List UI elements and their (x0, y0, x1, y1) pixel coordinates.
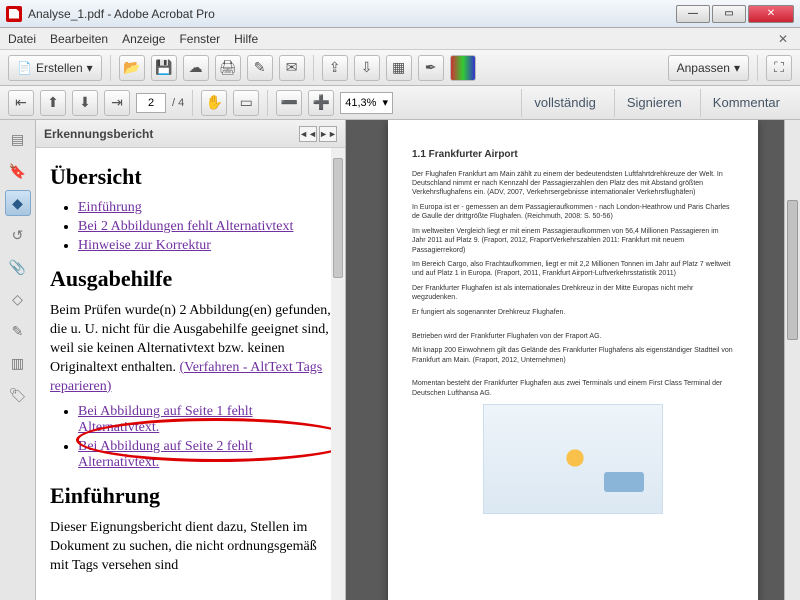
select-tool-icon[interactable]: ▭ (233, 90, 259, 116)
open-icon[interactable]: 📂 (119, 55, 145, 81)
heading-ausgabehilfe: Ausgabehilfe (50, 266, 331, 292)
page-number-input[interactable] (136, 93, 166, 113)
hand-tool-icon[interactable]: ✋ (201, 90, 227, 116)
heading-overview: Übersicht (50, 164, 331, 190)
next-page-icon[interactable]: ⬇ (72, 90, 98, 116)
edit-icon[interactable]: ✎ (247, 55, 273, 81)
pages-panel-icon[interactable]: ▤ (5, 126, 31, 152)
heading-einfuehrung: Einführung (50, 483, 331, 509)
bookmarks-panel-icon[interactable]: 🔖 (5, 158, 31, 184)
doc-heading: 1.1 Frankfurter Airport (412, 148, 734, 162)
maximize-button[interactable]: ▭ (712, 5, 746, 23)
zoom-in-icon[interactable]: ➕ (308, 90, 334, 116)
window-titlebar: Analyse_1.pdf - Adobe Acrobat Pro ― ▭ ✕ (0, 0, 800, 28)
minimize-button[interactable]: ― (676, 5, 710, 23)
save-icon[interactable]: 💾 (151, 55, 177, 81)
content-panel-icon[interactable]: 🏷 (5, 382, 31, 408)
menu-bearbeiten[interactable]: Bearbeiten (50, 32, 108, 46)
main-toolbar: 📄 Erstellen ▾ 📂 💾 ☁ 🖨 ✎ ✉ ⇪ ⇩ ▦ ✒ Anpass… (0, 50, 800, 86)
menu-datei[interactable]: Datei (8, 32, 36, 46)
menu-fenster[interactable]: Fenster (179, 32, 220, 46)
document-area: 1.1 Frankfurter Airport Der Flughafen Fr… (346, 120, 800, 600)
menubar-close-icon[interactable]: ✕ (774, 32, 792, 46)
order-panel-icon[interactable]: ▥ (5, 350, 31, 376)
nav-strip: ▤ 🔖 ◆ ↺ 📎 ◇ ✎ ▥ 🏷 (0, 120, 36, 600)
mail-icon[interactable]: ✉ (279, 55, 305, 81)
page-total: / 4 (172, 97, 184, 109)
paragraph-ausgabehilfe: Beim Prüfen wurde(n) 2 Abbildung(en) gef… (50, 302, 331, 396)
export-icon[interactable]: ⇩ (354, 55, 380, 81)
document-scrollbar[interactable] (784, 120, 800, 600)
link-hinweise[interactable]: Hinweise zur Korrektur (78, 238, 211, 253)
layers-panel-icon[interactable]: ↺ (5, 222, 31, 248)
tab-kommentar[interactable]: Kommentar (700, 89, 792, 117)
cloud-icon[interactable]: ☁ (183, 55, 209, 81)
nav-toolbar: ⇤ ⬆ ⬇ ⇥ / 4 ✋ ▭ ➖ ➕ 41,3% ▾ vollständig … (0, 86, 800, 120)
app-icon (6, 6, 22, 22)
color-icon[interactable] (450, 55, 476, 81)
link-abb-seite1[interactable]: Bei Abbildung auf Seite 1 fehlt Alternat… (78, 404, 253, 435)
zoom-select[interactable]: 41,3% ▾ (340, 92, 393, 114)
form-icon[interactable]: ▦ (386, 55, 412, 81)
menu-anzeige[interactable]: Anzeige (122, 32, 165, 46)
recognition-report-panel: Erkennungsbericht ◄◄ ►► Übersicht Einfüh… (36, 120, 346, 600)
signatures-panel-icon[interactable]: ◇ (5, 286, 31, 312)
panel-prev-icon[interactable]: ◄◄ (299, 126, 317, 142)
pdf-page: 1.1 Frankfurter Airport Der Flughafen Fr… (388, 120, 758, 600)
panel-title: Erkennungsbericht (44, 127, 153, 141)
tags-panel-icon[interactable]: ✎ (5, 318, 31, 344)
link-alttext-missing[interactable]: Bei 2 Abbildungen fehlt Alternativtext (78, 219, 293, 234)
customize-button[interactable]: Anpassen ▾ (668, 55, 749, 81)
accessibility-panel-icon[interactable]: ◆ (5, 190, 31, 216)
tab-vollstaendig[interactable]: vollständig (521, 89, 607, 117)
close-button[interactable]: ✕ (748, 5, 794, 23)
link-abb-seite2[interactable]: Bei Abbildung auf Seite 2 fehlt Alternat… (78, 439, 253, 470)
paragraph-einfuehrung: Dieser Eignungsbericht dient dazu, Stell… (50, 519, 331, 576)
create-button[interactable]: 📄 Erstellen ▾ (8, 55, 102, 81)
sign-icon[interactable]: ✒ (418, 55, 444, 81)
prev-page-icon[interactable]: ⬆ (40, 90, 66, 116)
window-title: Analyse_1.pdf - Adobe Acrobat Pro (28, 7, 676, 21)
tab-signieren[interactable]: Signieren (614, 89, 694, 117)
menu-hilfe[interactable]: Hilfe (234, 32, 258, 46)
share-icon[interactable]: ⇪ (322, 55, 348, 81)
print-icon[interactable]: 🖨 (215, 55, 241, 81)
link-einfuehrung[interactable]: Einführung (78, 200, 142, 215)
attachments-panel-icon[interactable]: 📎 (5, 254, 31, 280)
airport-map-image (483, 404, 663, 514)
panel-scrollbar[interactable] (331, 148, 345, 600)
fullscreen-icon[interactable]: ⛶ (766, 55, 792, 81)
last-page-icon[interactable]: ⇥ (104, 90, 130, 116)
first-page-icon[interactable]: ⇤ (8, 90, 34, 116)
panel-body: Übersicht Einführung Bei 2 Abbildungen f… (36, 148, 345, 600)
zoom-out-icon[interactable]: ➖ (276, 90, 302, 116)
menu-bar: Datei Bearbeiten Anzeige Fenster Hilfe ✕ (0, 28, 800, 50)
panel-next-icon[interactable]: ►► (319, 126, 337, 142)
